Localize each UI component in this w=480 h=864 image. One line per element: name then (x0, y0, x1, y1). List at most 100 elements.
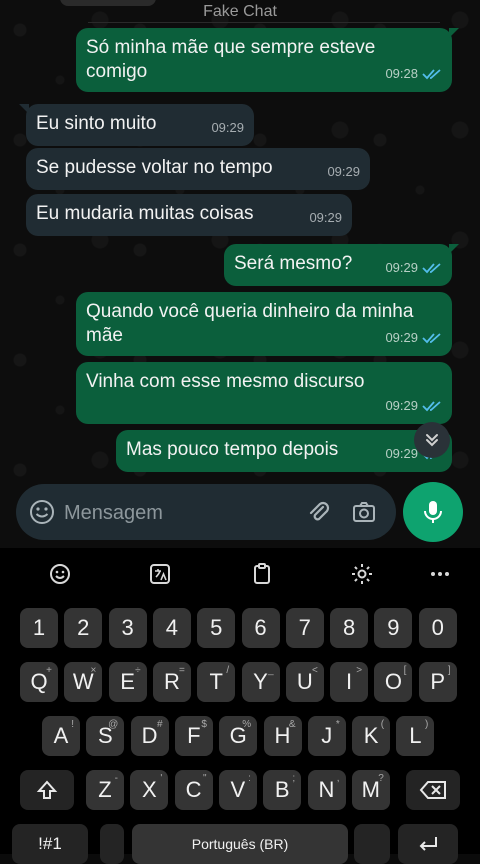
attach-icon[interactable] (304, 498, 332, 526)
keyboard-settings-button[interactable] (344, 556, 380, 592)
keyboard-toolbar (0, 548, 480, 600)
key-hint: ; (292, 773, 296, 784)
more-options-button[interactable] (422, 556, 458, 592)
emoji-icon[interactable] (28, 498, 56, 526)
translate-icon (150, 564, 170, 584)
key-8[interactable]: 8 (330, 608, 369, 648)
key-hint: - (114, 773, 118, 784)
key-5[interactable]: 5 (197, 608, 236, 648)
key-label: D (141, 723, 158, 748)
key-g[interactable]: G% (219, 716, 258, 756)
key-t[interactable]: T / (197, 662, 236, 702)
key-label: L (409, 723, 422, 748)
key-hint: ' (160, 773, 163, 784)
key-label: A (53, 723, 69, 748)
scroll-to-bottom-button[interactable] (414, 422, 450, 458)
key-label: F (187, 723, 201, 748)
key-k[interactable]: K( (352, 716, 391, 756)
key-m[interactable]: M? (351, 770, 390, 810)
key-6[interactable]: 6 (241, 608, 280, 648)
key-p[interactable]: P] (418, 662, 457, 702)
key-label: N (318, 777, 335, 802)
key-label: R (163, 669, 180, 694)
key-b[interactable]: B; (263, 770, 302, 810)
message-time: 09:29 (385, 330, 418, 345)
key-q[interactable]: Q + (20, 662, 58, 702)
key-w[interactable]: W × (64, 662, 103, 702)
symbols-key[interactable]: !#1 (12, 824, 88, 864)
key-label: 8 (342, 615, 356, 640)
message-time: 09:29 (327, 164, 360, 179)
key-d[interactable]: D # (130, 716, 169, 756)
message-bubble-outgoing[interactable]: Quando você queria dinheiro da minha mãe… (76, 292, 452, 356)
key-label: 5 (210, 615, 223, 640)
key-0[interactable]: 0 (418, 608, 457, 648)
emoji-icon (50, 564, 70, 584)
key-hint: % (242, 719, 252, 730)
translate-button[interactable] (142, 556, 178, 592)
key-i[interactable]: I > (330, 662, 369, 702)
message-time: 09:29 (385, 446, 418, 461)
key-z[interactable]: Z- (86, 770, 124, 810)
key-y[interactable]: Y _ (241, 662, 280, 702)
key-j[interactable]: J * (307, 716, 346, 756)
key-hint: $ (201, 719, 207, 730)
key-hint: & (288, 719, 296, 730)
key-label: 3 (121, 615, 134, 640)
key-v[interactable]: V: (218, 770, 257, 810)
key-c[interactable]: C " (174, 770, 213, 810)
key-u[interactable]: U < (285, 662, 324, 702)
shift-key[interactable] (20, 770, 74, 810)
enter-icon (419, 837, 437, 851)
key-label: K (363, 723, 379, 748)
chat-area[interactable]: Fake Chat Só minha mãe que sempre esteve… (0, 0, 480, 548)
clipboard-button[interactable] (244, 556, 280, 592)
key-label: 6 (254, 615, 267, 640)
message-bubble-incoming[interactable]: Eu sinto muito 09:29 (19, 104, 254, 146)
message-bubble-outgoing[interactable]: Vinha com esse mesmo discurso 09:29 (76, 362, 452, 424)
message-input[interactable] (62, 494, 296, 532)
message-time: 09:29 (385, 260, 418, 275)
enter-key[interactable] (398, 824, 458, 864)
key-label: 0 (431, 615, 444, 640)
key-a[interactable]: A! (42, 716, 80, 756)
key-label: B (274, 777, 290, 802)
key-4[interactable]: 4 (152, 608, 191, 648)
key-1[interactable]: 1 (20, 608, 58, 648)
message-bubble-incoming[interactable]: Eu mudaria muitas coisas 09:29 (26, 194, 352, 236)
space-key[interactable]: Português (BR) (132, 824, 348, 864)
key-n[interactable]: N, (307, 770, 346, 810)
key-f[interactable]: F $ (174, 716, 213, 756)
key-label: 4 (165, 615, 179, 640)
key-r[interactable]: R = (152, 662, 191, 702)
keyboard: 1 2 3 4 5 6 7 8 9 0 Q + W × E ÷ R = T / Y _ U < I > O[P] A! S @ D # F $ G%… (0, 548, 480, 864)
mic-button[interactable] (403, 482, 463, 542)
key-o[interactable]: O[ (374, 662, 413, 702)
double-chevron-down-icon (426, 434, 438, 447)
key-label: X (141, 777, 157, 802)
key-l[interactable]: L) (396, 716, 435, 756)
key-label: C (185, 777, 202, 802)
message-bubble-outgoing[interactable]: Será mesmo? 09:29 (224, 244, 459, 286)
message-text: Eu mudaria muitas coisas (36, 203, 254, 224)
key-s[interactable]: S @ (86, 716, 125, 756)
key-9[interactable]: 9 (374, 608, 413, 648)
key-hint: * (335, 719, 340, 730)
key-x[interactable]: X ' (130, 770, 169, 810)
key-2[interactable]: 2 (64, 608, 103, 648)
key-7[interactable]: 7 (285, 608, 324, 648)
backspace-key[interactable] (406, 770, 460, 810)
message-bubble-incoming[interactable]: Se pudesse voltar no tempo 09:29 (26, 148, 370, 190)
period-key[interactable] (354, 824, 390, 864)
more-horizontal-icon (431, 572, 449, 576)
message-time: 09:29 (309, 210, 342, 225)
header-divider (88, 22, 440, 23)
message-bubble-outgoing[interactable]: Só minha mãe que sempre esteve comigo 09… (76, 28, 459, 92)
camera-icon[interactable] (350, 498, 378, 526)
message-bubble-outgoing[interactable]: Mas pouco tempo depois 09:29 (116, 430, 452, 472)
key-3[interactable]: 3 (108, 608, 147, 648)
key-h[interactable]: H & (263, 716, 302, 756)
emoji-keyboard-button[interactable] (42, 556, 78, 592)
key-e[interactable]: E ÷ (108, 662, 147, 702)
comma-key[interactable] (100, 824, 124, 864)
